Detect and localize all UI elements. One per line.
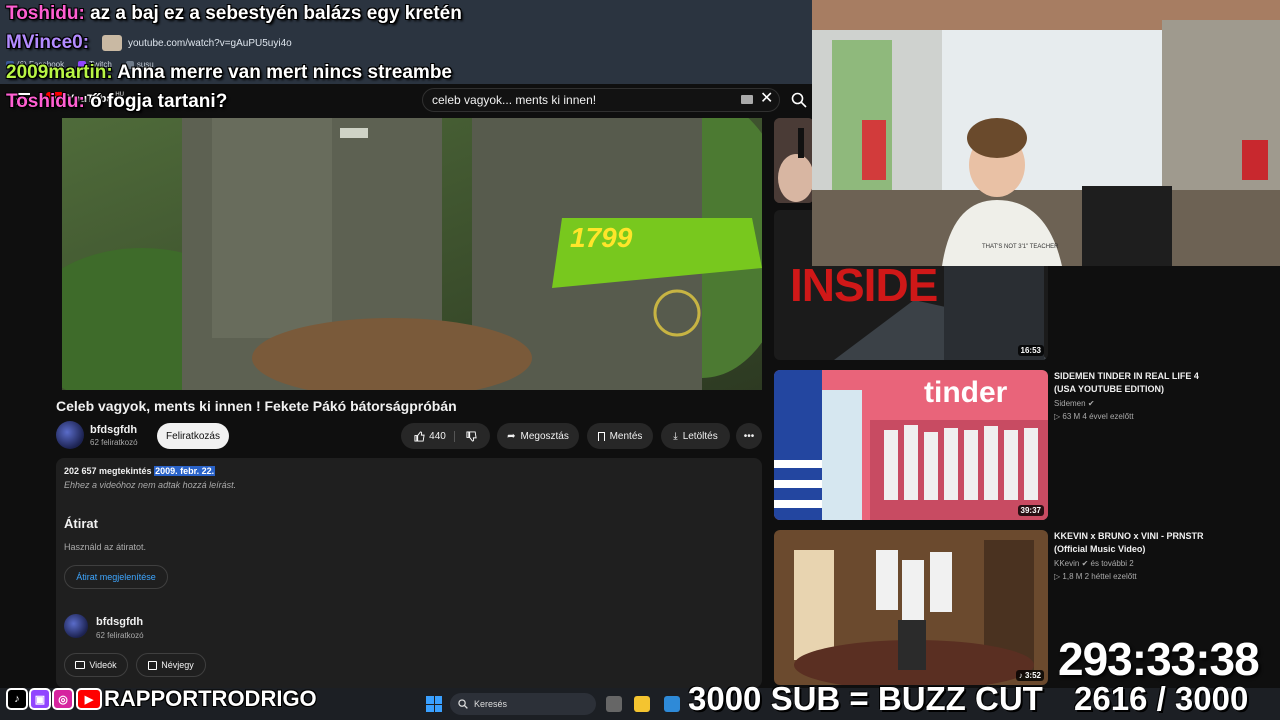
upload-date: 2009. febr. 22.: [154, 466, 216, 476]
transcript-text: Használd az átiratot.: [64, 542, 147, 552]
photos-icon[interactable]: [664, 696, 680, 712]
chat-username: MVince0:: [6, 32, 90, 53]
download-icon: ⤓: [673, 430, 678, 442]
recommended-thumbnail[interactable]: [774, 118, 814, 203]
webcam-frame: [812, 0, 1280, 266]
chat-message: ő fogja tartani?: [84, 91, 228, 112]
chat-message: Anna merre van mert nincs streambe: [112, 62, 452, 83]
chat-line: Toshidu: ő fogja tartani?: [0, 91, 812, 113]
recommended-title[interactable]: SIDEMEN TINDER IN REAL LIFE 4 (USA YOUTU…: [1054, 370, 1214, 396]
contact-card-icon: [148, 660, 158, 670]
save-button[interactable]: Mentés: [587, 423, 653, 449]
thumbnail-text: tinder: [924, 376, 1008, 409]
share-icon: ➦: [507, 430, 516, 442]
chat-username: Toshidu:: [6, 91, 85, 112]
dislike-button[interactable]: [460, 430, 477, 442]
taskbar-search[interactable]: Keresés: [450, 693, 596, 715]
stream-timer: 293:33:38: [1058, 633, 1260, 685]
view-count: 202 657 megtekintés: [64, 466, 152, 476]
search-icon: [458, 699, 468, 709]
recommended-thumbnail[interactable]: ♪ 3:52: [774, 530, 1048, 685]
video-duration: 39:37: [1017, 505, 1044, 516]
channel-name[interactable]: bfdsgfdh: [90, 424, 137, 436]
bookmark-icon: [597, 431, 605, 441]
channel-avatar[interactable]: [56, 421, 84, 449]
video-icon: [75, 661, 86, 669]
thumbnail-image: [774, 118, 814, 203]
chat-line: 2009martin: Anna merre van mert nincs st…: [0, 62, 812, 84]
like-button[interactable]: 440: [414, 430, 455, 442]
like-count: 440: [429, 430, 446, 442]
more-icon: •••: [743, 430, 755, 442]
subscriber-count: 62 feliratkozó: [96, 631, 144, 640]
sub-goal-count: 2616 / 3000: [1074, 680, 1249, 717]
chat-line: MVince0:: [0, 32, 812, 54]
share-button[interactable]: ➦ Megosztás: [497, 423, 579, 449]
transcript-heading: Átirat: [64, 516, 98, 531]
recommended-meta: ▷ 1,8 M 2 héttel ezelőtt: [1054, 572, 1137, 581]
thumbs-down-icon: [466, 430, 477, 442]
windows-start-icon[interactable]: [426, 696, 442, 712]
view-stats: 202 657 megtekintés 2009. febr. 22.: [64, 466, 216, 476]
chat-username: Toshidu:: [6, 3, 85, 24]
recommended-channel[interactable]: Sidemen ✔: [1054, 397, 1095, 410]
like-dislike-group: 440: [401, 423, 490, 449]
shirt-text: THAT'S NOT 3'1" TEACHER: [982, 244, 1059, 250]
show-transcript-button[interactable]: Átirat megjelenítése: [64, 565, 168, 589]
video-title: Celeb vagyok, ments ki innen ! Fekete Pá…: [56, 398, 457, 414]
thumbnail-text: INSIDE: [790, 259, 938, 311]
about-button[interactable]: Névjegy: [136, 653, 206, 677]
instagram-icon: ◎: [52, 688, 74, 710]
task-view-icon[interactable]: [606, 696, 622, 712]
subscribe-button[interactable]: Feliratkozás: [157, 423, 229, 449]
recommended-title[interactable]: KKEVIN x BRUNO x VINI - PRNSTR (Official…: [1054, 530, 1214, 556]
youtube-icon: ▶: [76, 688, 102, 710]
recommended-meta: ▷ 63 M 4 évvel ezelőtt: [1054, 412, 1134, 421]
channel-avatar[interactable]: [64, 614, 88, 638]
verified-icon: ✔: [1081, 559, 1089, 568]
video-frame: [62, 118, 762, 390]
verified-icon: ✔: [1087, 399, 1095, 408]
video-duration: 16:53: [1017, 345, 1044, 356]
recommended-channel[interactable]: KKevin ✔ és további 2: [1054, 557, 1134, 570]
sub-goal-text: 3000 SUB = BUZZ CUT: [688, 680, 1043, 717]
chat-message: az a baj ez a sebestyén balázs egy kreté…: [84, 3, 462, 24]
videos-button[interactable]: Videók: [64, 653, 128, 677]
chat-username: 2009martin:: [6, 62, 113, 83]
more-actions-button[interactable]: •••: [736, 423, 762, 449]
video-player[interactable]: 1799: [62, 118, 762, 390]
subscriber-count: 62 feliratkozó: [90, 438, 138, 447]
chat-line: Toshidu: az a baj ez a sebestyén balázs …: [0, 3, 812, 25]
tiktok-icon: ♪: [6, 688, 28, 710]
streamer-brand: RAPPORTRODRIGO: [104, 686, 317, 711]
views-play-icon: ▷: [1054, 412, 1061, 421]
video-overlay-number: 1799: [570, 222, 633, 253]
file-explorer-icon[interactable]: [634, 696, 650, 712]
twitch-icon: ▣: [29, 688, 51, 710]
thumbs-up-icon: [414, 430, 425, 442]
download-button[interactable]: ⤓ Letöltés: [661, 423, 730, 449]
no-description-text: Ehhez a videóhoz nem adtak hozzá leírást…: [64, 480, 237, 490]
thumbnail-image: [774, 530, 1048, 685]
views-play-icon: ▷: [1054, 572, 1061, 581]
streamer-webcam: THAT'S NOT 3'1" TEACHER: [812, 0, 1280, 266]
channel-name[interactable]: bfdsgfdh: [96, 616, 143, 628]
recommended-thumbnail[interactable]: tinder 39:37: [774, 370, 1048, 520]
